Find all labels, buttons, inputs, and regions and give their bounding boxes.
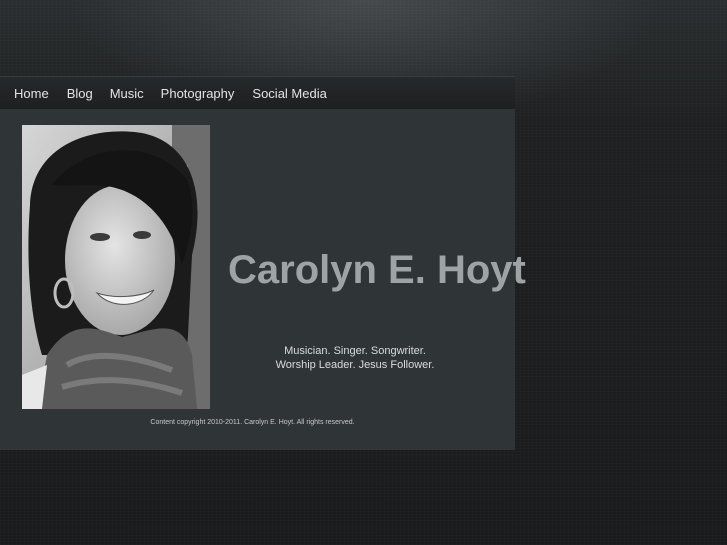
tagline: Musician. Singer. Songwriter. Worship Le… (255, 344, 455, 372)
tagline-line-2: Worship Leader. Jesus Follower. (275, 359, 435, 371)
nav-item-photography[interactable]: Photography (161, 86, 235, 101)
nav-item-music[interactable]: Music (110, 86, 144, 101)
content-panel: Carolyn E. Hoyt Musician. Singer. Songwr… (0, 109, 526, 450)
main-nav: Home Blog Music Photography Social Media (0, 76, 515, 110)
copyright-notice: Content copyright 2010-2011. Carolyn E. … (150, 419, 355, 426)
portrait-photo (22, 125, 210, 409)
nav-item-blog[interactable]: Blog (67, 86, 93, 101)
tagline-line-1: Musician. Singer. Songwriter. (284, 345, 426, 357)
nav-item-home[interactable]: Home (14, 86, 49, 101)
page-title: Carolyn E. Hoyt (228, 247, 526, 292)
nav-item-social-media[interactable]: Social Media (252, 86, 326, 101)
